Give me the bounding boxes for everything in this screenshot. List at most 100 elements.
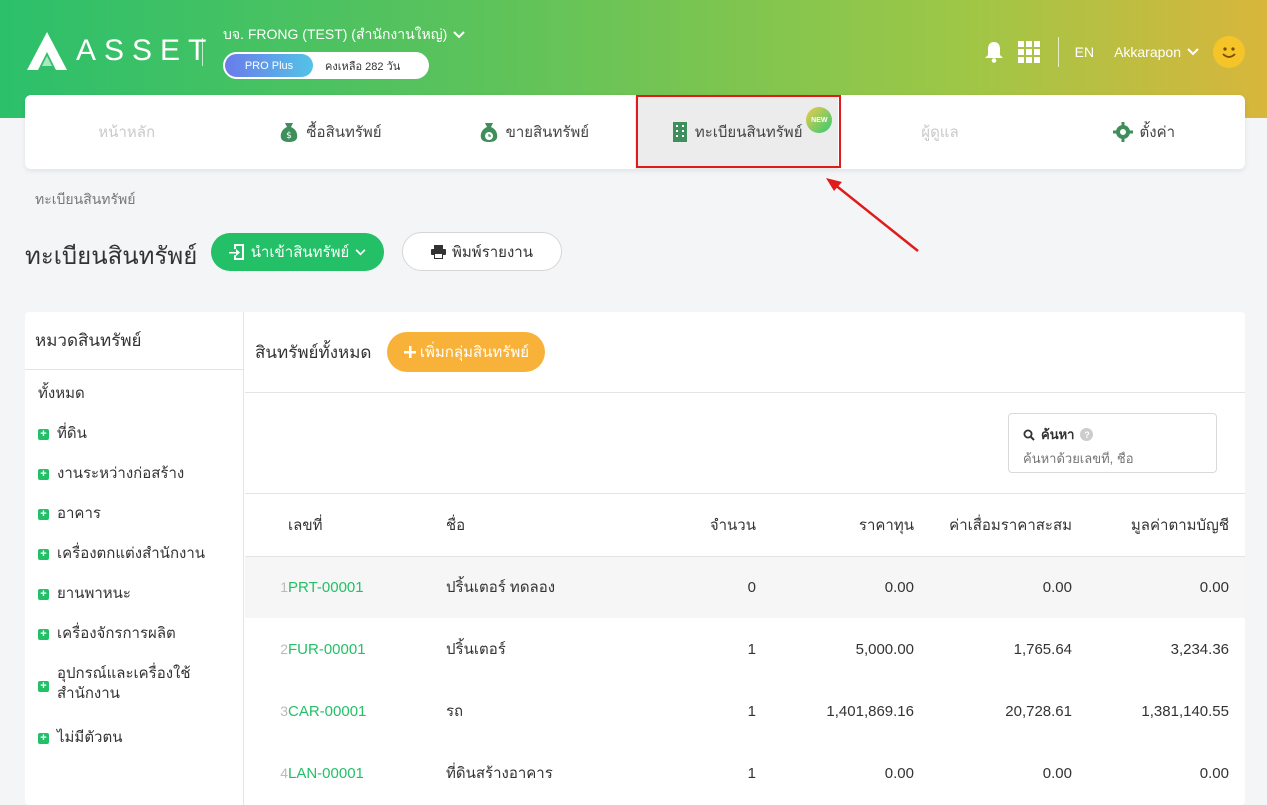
asset-cost: 0.00 [884, 764, 914, 782]
name-header[interactable]: ชื่อ [446, 494, 646, 556]
import-asset-button[interactable]: นำเข้าสินทรัพย์ [211, 233, 384, 271]
search-box[interactable]: ค้นหา ? [1008, 413, 1217, 473]
nav-home[interactable]: หน้าหลัก [25, 95, 228, 169]
category-sidebar: หมวดสินทรัพย์ ทั้งหมด + ที่ดิน + งานระหว่า… [25, 312, 244, 805]
category-label: เครื่องจักรการผลิต [57, 625, 176, 642]
add-asset-group-button[interactable]: เพิ่มกลุ่มสินทรัพย์ [387, 332, 546, 372]
cost-header[interactable]: ราคาทุน [756, 494, 914, 556]
user-menu[interactable]: Akkarapon [1114, 36, 1245, 68]
company-name: บจ. FRONG (TEST) (สำนักงานใหญ่) [223, 26, 448, 42]
asset-depreciation: 0.00 [1042, 578, 1072, 596]
import-icon [228, 244, 244, 260]
index-header [245, 494, 288, 556]
expand-plus-icon[interactable]: + [38, 629, 49, 640]
nav-custodian[interactable]: ผู้ดูแล [838, 95, 1041, 169]
category-office-furniture[interactable]: + เครื่องตกแต่งสำนักงาน [25, 544, 243, 584]
avatar [1213, 36, 1245, 68]
category-office-equipment[interactable]: + อุปกรณ์และเครื่องใช้สำนักงาน [25, 664, 243, 728]
asset-table: เลขที่ ชื่อ จำนวน ราคาทุน ค่าเสื่อมราคาส… [245, 494, 1245, 804]
qty-header[interactable]: จำนวน [646, 494, 756, 556]
svg-text:$: $ [287, 131, 293, 141]
depreciation-header[interactable]: ค่าเสื่อมราคาสะสม [914, 494, 1072, 556]
asset-content: สินทรัพย์ทั้งหมด เพิ่มกลุ่มสินทรัพย์ ค้น… [245, 312, 1245, 805]
expand-plus-icon[interactable]: + [38, 549, 49, 560]
logo-mountain-icon [27, 32, 67, 70]
breadcrumb[interactable]: ทะเบียนสินทรัพย์ [35, 189, 136, 211]
category-list: ทั้งหมด + ที่ดิน + งานระหว่างก่อสร้าง + อาค… [25, 370, 243, 768]
search-label: ค้นหา [1041, 427, 1075, 442]
category-intangible[interactable]: + ไม่มีตัวตน [25, 728, 243, 768]
code-header[interactable]: เลขที่ [288, 494, 446, 556]
table-row[interactable]: 2 FUR-00001 ปริ้นเตอร์ 1 5,000.00 1,765.… [245, 618, 1245, 680]
nav-label: ตั้งค่า [1139, 124, 1176, 141]
building-icon [671, 121, 689, 143]
company-selector[interactable]: บจ. FRONG (TEST) (สำนักงานใหญ่) [223, 24, 466, 46]
search-label-row: ค้นหา ? [1023, 424, 1202, 445]
asset-code-link[interactable]: PRT-00001 [288, 579, 364, 596]
expand-plus-icon[interactable]: + [38, 733, 49, 744]
table-header-row: เลขที่ ชื่อ จำนวน ราคาทุน ค่าเสื่อมราคาส… [245, 494, 1245, 556]
user-name: Akkarapon [1114, 44, 1181, 60]
category-all[interactable]: ทั้งหมด [25, 384, 243, 424]
plus-icon [403, 346, 416, 358]
expand-plus-icon[interactable]: + [38, 509, 49, 520]
category-land[interactable]: + ที่ดิน [25, 424, 243, 464]
table-row[interactable]: 1 PRT-00001 ปริ้นเตอร์ ทดลอง 0 0.00 0.00… [245, 556, 1245, 618]
help-icon[interactable]: ? [1080, 428, 1094, 441]
asset-book-value: 0.00 [1199, 578, 1229, 596]
asset-cost: 5,000.00 [855, 640, 914, 658]
annotation-arrow [826, 178, 919, 252]
asset-code-cell: LAN-00001 [288, 742, 446, 804]
print-label: พิมพ์รายงาน [452, 243, 533, 261]
expand-plus-icon[interactable]: + [38, 589, 49, 600]
category-machinery[interactable]: + เครื่องจักรการผลิต [25, 624, 243, 664]
asset-logo[interactable]: ASSET [26, 30, 214, 72]
apps-grid-icon[interactable] [1017, 41, 1040, 63]
asset-qty: 1 [747, 764, 756, 782]
content-header: สินทรัพย์ทั้งหมด เพิ่มกลุ่มสินทรัพย์ [245, 312, 1245, 393]
printer-icon [431, 244, 447, 259]
nav-label: หน้าหลัก [98, 124, 156, 141]
content-title: สินทรัพย์ทั้งหมด [255, 342, 372, 362]
expand-plus-icon[interactable]: + [38, 469, 49, 480]
smiley-icon [1222, 47, 1236, 58]
nav-asset-register[interactable]: ทะเบียนสินทรัพย์ NEW [634, 95, 839, 169]
asset-book-value: 1,381,140.55 [1141, 702, 1229, 720]
category-label: ที่ดิน [57, 425, 87, 442]
category-label: งานระหว่างก่อสร้าง [57, 465, 185, 482]
print-report-button[interactable]: พิมพ์รายงาน [402, 232, 562, 271]
category-construction[interactable]: + งานระหว่างก่อสร้าง [25, 464, 243, 504]
nav-sell-asset[interactable]: ขายสินทรัพย์ [432, 95, 635, 169]
category-label: เครื่องตกแต่งสำนักงาน [57, 545, 206, 562]
expand-plus-icon[interactable]: + [38, 681, 49, 692]
asset-code-link[interactable]: CAR-00001 [288, 703, 366, 720]
plan-remaining: คงเหลือ 282 วัน [325, 60, 401, 73]
asset-depreciation: 1,765.64 [1013, 640, 1072, 658]
asset-code-cell: PRT-00001 [288, 556, 446, 618]
language-switch[interactable]: EN [1075, 44, 1094, 60]
search-input[interactable] [1023, 451, 1203, 466]
plan-status[interactable]: PRO Plus คงเหลือ 282 วัน [223, 52, 429, 79]
asset-cost: 1,401,869.16 [826, 702, 914, 720]
table-row[interactable]: 3 CAR-00001 รถ 1 1,401,869.16 20,728.61 … [245, 680, 1245, 742]
book-value-header[interactable]: มูลค่าตามบัญชี [1072, 494, 1245, 556]
table-row[interactable]: 4 LAN-00001 ที่ดินสร้างอาคาร 1 0.00 0.00… [245, 742, 1245, 804]
category-label: ไม่มีตัวตน [57, 729, 123, 746]
asset-qty: 1 [747, 640, 756, 658]
search-icon [1023, 429, 1035, 441]
category-vehicle[interactable]: + ยานพาหนะ [25, 584, 243, 624]
plan-badge: PRO Plus [225, 54, 313, 77]
category-building[interactable]: + อาคาร [25, 504, 243, 544]
asset-book-value: 0.00 [1199, 764, 1229, 782]
nav-label: ซื้อสินทรัพย์ [306, 124, 382, 141]
row-index: 1 [280, 579, 288, 596]
new-badge: NEW [806, 107, 833, 133]
expand-plus-icon[interactable]: + [38, 429, 49, 440]
asset-code-link[interactable]: FUR-00001 [288, 641, 366, 658]
nav-buy-asset[interactable]: $ ซื้อสินทรัพย์ [228, 95, 431, 169]
chevron-down-icon [1187, 48, 1199, 56]
bell-icon[interactable] [984, 41, 1004, 63]
asset-name: ปริ้นเตอร์ [446, 641, 506, 658]
asset-code-link[interactable]: LAN-00001 [288, 765, 364, 782]
nav-settings[interactable]: ตั้งค่า [1042, 95, 1245, 169]
